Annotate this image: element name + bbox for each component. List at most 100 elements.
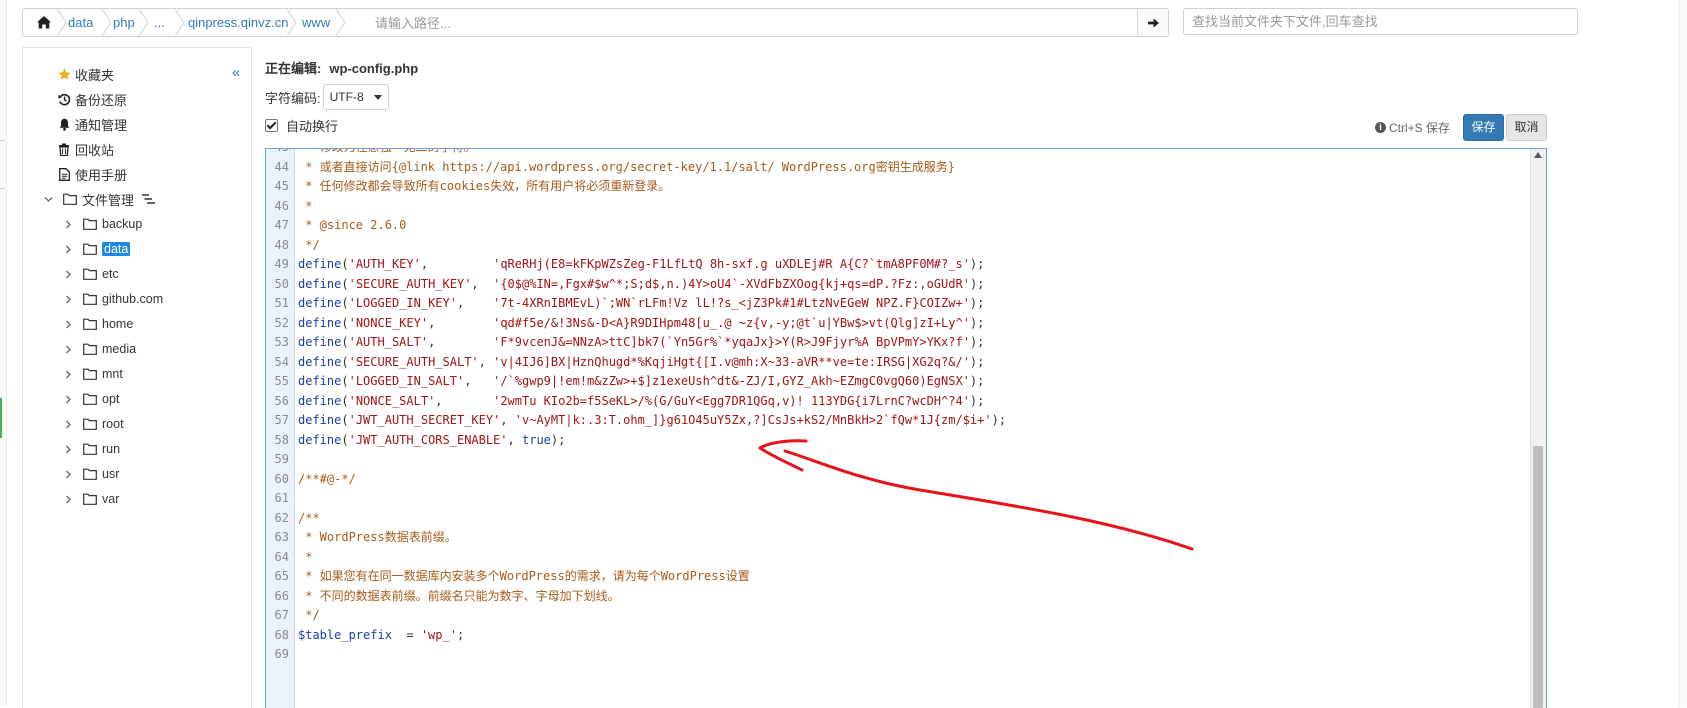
line-number: 59 (274, 452, 289, 466)
scroll-up-arrow-icon[interactable] (1534, 152, 1542, 158)
go-button[interactable] (1137, 9, 1168, 36)
folder-item[interactable]: github.com (61, 289, 163, 309)
menu-item-notifications[interactable]: 通知管理 (56, 114, 127, 134)
chevron-right-icon[interactable] (61, 467, 75, 481)
code-line: 61 (266, 489, 1528, 509)
code-lines: 43 * 修改为任意独一无二的字符。44 * 或者直接访问{@link http… (266, 149, 1528, 665)
line-number: 54 (274, 354, 289, 369)
path-input[interactable] (373, 12, 1147, 35)
line-number: 62 (274, 510, 289, 525)
code-line: 51 define('LOGGED_IN_KEY', '7t-4XRnIBMEvL… (266, 294, 1528, 314)
breadcrumb-php[interactable]: php (113, 9, 135, 36)
code-line: 67 */ (266, 606, 1528, 626)
cancel-button[interactable]: 取消 (1506, 114, 1547, 141)
chevron-down-icon[interactable] (41, 192, 55, 206)
folder-icon (83, 317, 97, 331)
scrollbar-thumb[interactable] (1533, 446, 1543, 708)
chevron-right-icon[interactable] (61, 342, 75, 356)
editing-filename: wp-config.php (329, 61, 419, 76)
folder-icon (83, 267, 97, 281)
edge-mark (0, 0, 5, 141)
folder-label: backup (102, 217, 143, 231)
chevron-right-icon[interactable] (61, 392, 75, 406)
autowrap-row[interactable]: 自动换行 (265, 116, 338, 134)
chevron-right-icon[interactable] (61, 442, 75, 456)
line-number: 58 (274, 432, 289, 447)
code-editor[interactable]: 43 * 修改为任意独一无二的字符。44 * 或者直接访问{@link http… (265, 148, 1547, 708)
line-number: 43 (266, 149, 289, 158)
bell-icon (56, 116, 72, 132)
chevron-right-icon[interactable] (61, 242, 75, 256)
folder-label: opt (102, 392, 120, 406)
line-number: 45 (274, 179, 289, 193)
folder-item[interactable]: root (61, 414, 124, 434)
file-search-input[interactable] (1183, 8, 1578, 35)
code-text: /** (298, 510, 320, 525)
folder-icon (83, 242, 97, 256)
encoding-row: 字符编码: UTF-8 (265, 84, 389, 110)
code-text: define('JWT_AUTH_CORS_ENABLE', true); (298, 432, 566, 447)
code-text: define('LOGGED_IN_SALT', '/`%gwp9|!em!m&… (298, 374, 985, 388)
folder-item[interactable]: usr (61, 464, 119, 484)
chevron-right-icon[interactable] (61, 492, 75, 506)
folder-item[interactable]: mnt (61, 364, 123, 384)
code-line: 56 define('NONCE_SALT', '2wmTu KIo2b=f5Se… (266, 392, 1528, 412)
line-number: 57 (274, 413, 289, 427)
right-edge-strip (1679, 0, 1687, 707)
chevron-right-icon[interactable] (61, 217, 75, 231)
folder-item[interactable]: home (61, 314, 133, 334)
file-manager-root[interactable]: 文件管理 (41, 189, 156, 209)
edge-mark (0, 148, 5, 189)
code-line: 69 (266, 645, 1528, 665)
code-text: define('NONCE_KEY', 'qd#f5e/&!3Ns&-D<A}R… (298, 315, 985, 330)
line-number: 52 (274, 315, 289, 330)
arrow-right-icon (1147, 18, 1159, 27)
folder-item[interactable]: data (61, 239, 131, 259)
folder-item[interactable]: opt (61, 389, 119, 409)
trash-icon (56, 141, 72, 157)
menu-item-label: 收藏夹 (75, 67, 115, 83)
line-number: 56 (274, 393, 289, 408)
code-text: * 修改为任意独一无二的字符。 (298, 149, 475, 158)
chevron-right-icon[interactable] (61, 292, 75, 306)
menu-item-recycle-bin[interactable]: 回收站 (56, 139, 114, 159)
folder-item[interactable]: etc (61, 264, 119, 284)
chevron-right-icon[interactable] (61, 417, 75, 431)
file-manager-label: 文件管理 (82, 192, 135, 208)
folder-item[interactable]: media (61, 339, 136, 359)
autowrap-label: 自动换行 (286, 118, 339, 134)
code-line: 43 * 修改为任意独一无二的字符。 (266, 149, 1528, 158)
breadcrumb-ellipsis[interactable]: ... (154, 9, 165, 36)
folder-label: var (102, 492, 120, 506)
autowrap-checkbox[interactable] (265, 118, 278, 132)
line-number: 55 (274, 374, 289, 388)
code-text: define('AUTH_KEY', 'qReRHj(E8=kFKpWZsZeg… (298, 257, 985, 271)
save-button[interactable]: 保存 (1463, 114, 1504, 141)
breadcrumb-site[interactable]: qinpress.qinvz.cn (188, 9, 288, 36)
chevron-right-icon[interactable] (61, 267, 75, 281)
folder-item[interactable]: var (61, 489, 119, 509)
collapse-sidebar-button[interactable]: « (229, 64, 243, 82)
breadcrumb-www[interactable]: www (302, 9, 330, 36)
line-number: 68 (274, 627, 289, 642)
encoding-label: 字符编码: (265, 90, 321, 106)
code-text: * 任何修改都会导致所有cookies失效，所有用户将必须重新登录。 (298, 179, 671, 193)
folder-item[interactable]: run (61, 439, 120, 459)
editor-scrollbar[interactable] (1530, 149, 1546, 708)
list-tree-icon[interactable] (142, 193, 156, 205)
chevron-right-icon[interactable] (61, 317, 75, 331)
breadcrumb-separator (335, 9, 346, 36)
save-hint-text: Ctrl+S 保存 (1389, 121, 1451, 135)
menu-item-backup-restore[interactable]: 备份还原 (56, 89, 127, 109)
code-line: 65 * 如果您有在同一数据库内安装多个WordPress的需求，请为每个Wor… (266, 567, 1528, 587)
home-icon (37, 16, 51, 29)
menu-item-user-manual[interactable]: 使用手册 (56, 164, 127, 184)
breadcrumb-data[interactable]: data (68, 9, 93, 36)
encoding-select[interactable]: UTF-8 (322, 84, 389, 110)
folder-item[interactable]: backup (61, 214, 142, 234)
folder-label: run (102, 442, 121, 456)
chevron-right-icon[interactable] (61, 367, 75, 381)
editing-header: 正在编辑: wp-config.php (265, 58, 418, 77)
menu-item-favorites[interactable]: 收藏夹 (56, 64, 114, 84)
folder-label: data (102, 242, 131, 256)
